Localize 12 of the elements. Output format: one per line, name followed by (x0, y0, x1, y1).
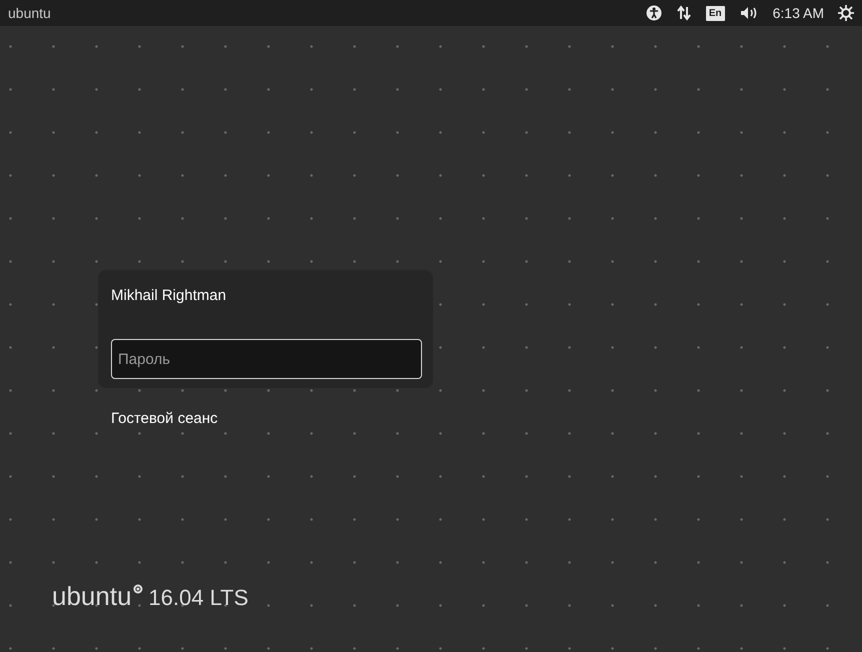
accessibility-icon[interactable] (646, 5, 662, 21)
version-label: 16.04 LTS (148, 584, 248, 612)
clock[interactable]: 6:13 AM (772, 2, 824, 24)
network-icon[interactable] (676, 5, 692, 21)
user-name[interactable]: Mikhail Rightman (111, 285, 420, 305)
keyboard-layout-indicator[interactable]: En (706, 6, 725, 20)
ubuntu-wordmark: ubuntu (52, 580, 132, 610)
password-field[interactable]: Пароль (111, 339, 422, 379)
volume-icon[interactable] (738, 5, 759, 21)
guest-session-link[interactable]: Гостевой сеанс (111, 408, 218, 430)
settings-icon[interactable] (838, 5, 854, 21)
bar-title: ubuntu (8, 4, 51, 22)
